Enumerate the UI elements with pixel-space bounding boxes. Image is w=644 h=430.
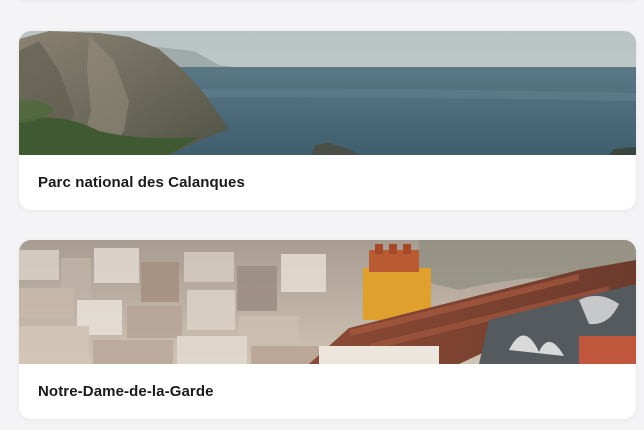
calanques-coastline-photo <box>19 31 636 155</box>
place-title: Parc national des Calanques <box>38 174 245 191</box>
marseille-rooftops-photo <box>19 240 636 364</box>
place-card-calanques[interactable]: Parc national des Calanques <box>19 31 636 210</box>
places-list: Parc national des Calanques Notre-Dame-d… <box>0 0 644 430</box>
place-card-notre-dame[interactable]: Notre-Dame-de-la-Garde <box>19 240 636 419</box>
place-title: Notre-Dame-de-la-Garde <box>38 383 214 400</box>
